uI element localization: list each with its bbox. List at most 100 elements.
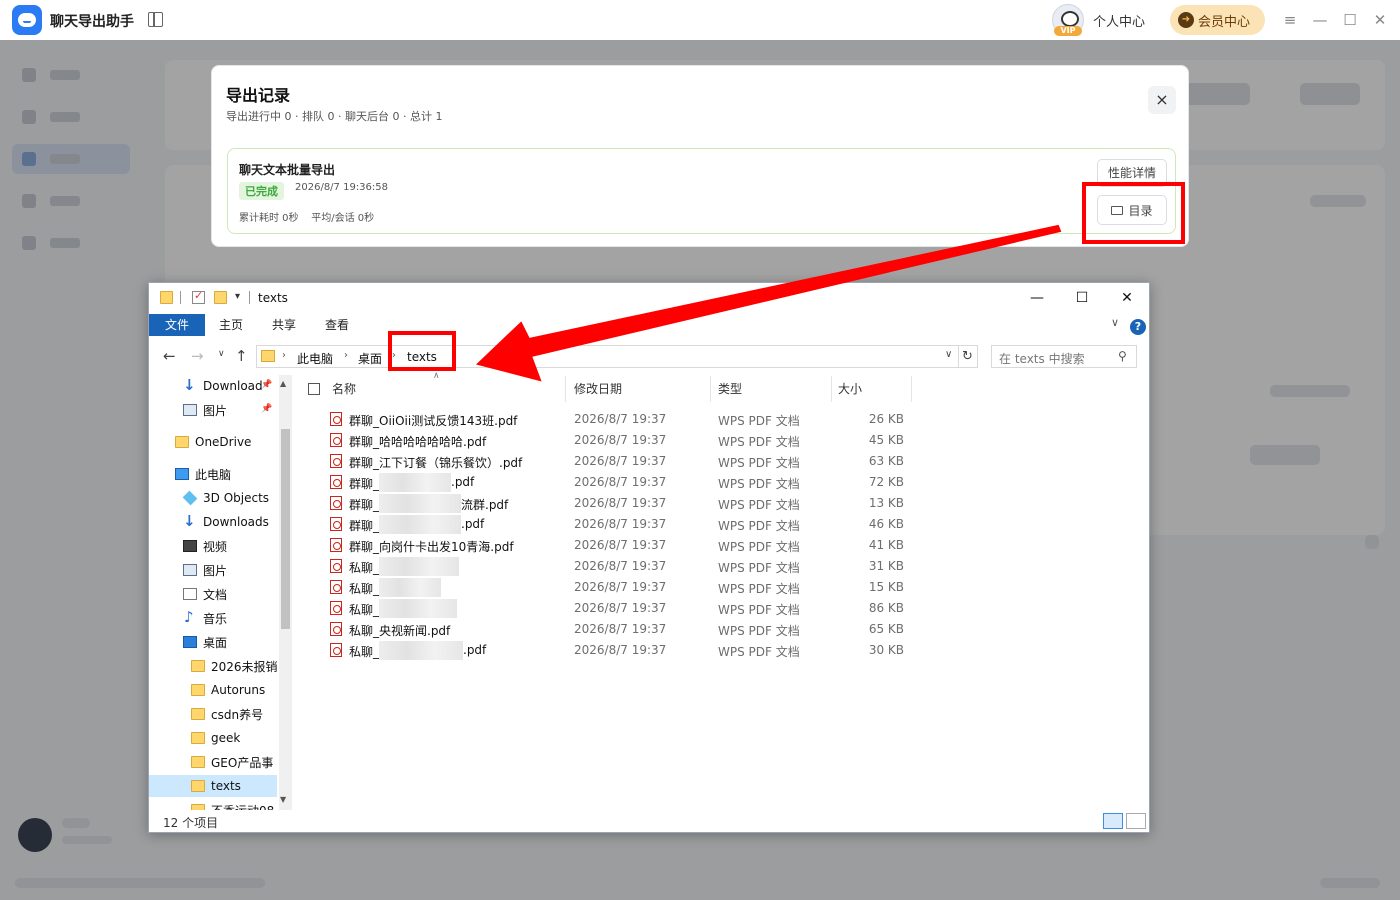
- nav-tree-item[interactable]: Downloads: [183, 511, 269, 533]
- sidebar-toggle-icon[interactable]: [148, 12, 163, 27]
- nav-tree-item[interactable]: texts: [149, 775, 277, 797]
- nav-tree-item[interactable]: 文档: [183, 583, 227, 605]
- file-name: 私聊_: [349, 561, 380, 575]
- close-dialog-button[interactable]: ×: [1148, 86, 1176, 114]
- nav-tree-label: texts: [211, 779, 241, 793]
- nav-tree-item[interactable]: 视频: [183, 535, 227, 557]
- scroll-down-arrow-icon[interactable]: ▼: [280, 795, 286, 804]
- pdf-file-icon: [330, 601, 342, 615]
- explorer-close-button[interactable]: ✕: [1112, 287, 1142, 309]
- menu-icon[interactable]: ≡: [1280, 10, 1300, 30]
- pdf-file-icon: [330, 475, 342, 489]
- file-row[interactable]: 私聊_ 2026/8/7 19:37 WPS PDF 文档 31 KB: [324, 556, 914, 577]
- up-arrow-icon[interactable]: ↑: [235, 347, 248, 365]
- minimize-button[interactable]: —: [1310, 10, 1330, 30]
- file-row[interactable]: 群聊_ .pdf 2026/8/7 19:37 WPS PDF 文档 72 KB: [324, 472, 914, 493]
- close-app-button[interactable]: ✕: [1370, 10, 1390, 30]
- member-center-button[interactable]: ➜ 会员中心: [1170, 5, 1265, 35]
- tab-share[interactable]: 共享: [272, 314, 296, 336]
- file-type: WPS PDF 文档: [718, 456, 800, 470]
- file-size: 45 KB: [868, 433, 904, 447]
- search-input[interactable]: 在 texts 中搜索 ⚲: [991, 345, 1137, 368]
- file-row[interactable]: 群聊_OiiOii测试反馈143班.pdf 2026/8/7 19:37 WPS P…: [324, 409, 914, 430]
- file-row[interactable]: 群聊_ 流群.pdf 2026/8/7 19:37 WPS PDF 文档 13 KB: [324, 493, 914, 514]
- file-row[interactable]: 私聊_ .pdf 2026/8/7 19:37 WPS PDF 文档 30 KB: [324, 640, 914, 661]
- export-stats: 导出进行中 0 · 排队 0 · 聊天后台 0 · 总计 1: [226, 110, 443, 123]
- nav-tree-item[interactable]: 图片: [183, 559, 227, 581]
- file-name: 群聊_: [349, 498, 380, 512]
- explorer-maximize-button[interactable]: ☐: [1067, 287, 1097, 309]
- download-icon: [183, 376, 197, 394]
- recent-locations-icon[interactable]: ∨: [218, 349, 225, 359]
- nav-tree-item[interactable]: OneDrive: [175, 431, 251, 453]
- file-type: WPS PDF 文档: [718, 540, 800, 554]
- file-row[interactable]: 群聊_ .pdf 2026/8/7 19:37 WPS PDF 文档 46 KB: [324, 514, 914, 535]
- nav-tree-label: 此电脑: [195, 467, 232, 482]
- column-header-type[interactable]: 类型: [718, 378, 742, 400]
- nav-tree-label: 视频: [203, 539, 228, 554]
- file-row[interactable]: 群聊_江下订餐（锦乐餐饮）.pdf 2026/8/7 19:37 WPS PDF 文…: [324, 451, 914, 472]
- explorer-minimize-button[interactable]: —: [1022, 287, 1052, 309]
- file-row[interactable]: 私聊_ 2026/8/7 19:37 WPS PDF 文档 86 KB: [324, 598, 914, 619]
- tab-home[interactable]: 主页: [219, 314, 243, 336]
- nav-tree-label: csdn养号: [211, 707, 264, 722]
- scroll-up-arrow-icon[interactable]: ▲: [280, 379, 286, 388]
- search-icon: ⚲: [1118, 349, 1127, 363]
- address-dropdown-icon[interactable]: ∨: [945, 349, 952, 360]
- expand-ribbon-icon[interactable]: ∨: [1111, 316, 1119, 329]
- file-name-suffix: .pdf: [451, 475, 475, 489]
- nav-tree-item[interactable]: 3D Objects: [182, 487, 269, 509]
- quick-access-dropdown-icon[interactable]: ▾: [235, 291, 240, 302]
- large-icons-view-icon[interactable]: [1126, 813, 1146, 829]
- breadcrumb-item[interactable]: 此电脑: [297, 350, 333, 367]
- redacted-text: [379, 473, 451, 492]
- nav-tree-item[interactable]: 此电脑: [175, 463, 231, 485]
- address-bar[interactable]: › 此电脑 › 桌面 › texts: [256, 345, 959, 368]
- column-header-name[interactable]: 名称: [332, 378, 356, 400]
- file-row[interactable]: 群聊_哈哈哈哈哈哈哈.pdf 2026/8/7 19:37 WPS PDF 文档 45…: [324, 430, 914, 451]
- file-name: 群聊_: [349, 477, 380, 491]
- pdf-file-icon: [330, 454, 342, 468]
- column-header-size[interactable]: 大小: [838, 378, 862, 400]
- nav-tree-item[interactable]: Download: [183, 375, 263, 397]
- details-view-icon[interactable]: [1103, 813, 1123, 829]
- tab-view[interactable]: 查看: [325, 314, 349, 336]
- properties-icon[interactable]: [192, 289, 205, 304]
- app-title: 聊天导出助手: [50, 14, 134, 30]
- nav-tree-item[interactable]: 音乐: [183, 607, 227, 629]
- new-folder-icon[interactable]: [214, 291, 227, 304]
- nav-tree-item[interactable]: 不香运动08: [191, 799, 274, 810]
- file-date: 2026/8/7 19:37: [574, 622, 667, 636]
- file-name: 群聊_向岗什卡出发10青海.pdf: [349, 540, 514, 554]
- file-type: WPS PDF 文档: [718, 582, 800, 596]
- file-type: WPS PDF 文档: [718, 477, 800, 491]
- pictures-icon: [183, 564, 197, 576]
- file-size: 41 KB: [868, 538, 904, 552]
- nav-tree-item[interactable]: 2026未报销: [191, 655, 278, 677]
- help-icon[interactable]: ?: [1130, 319, 1146, 335]
- redacted-text: [379, 599, 457, 618]
- nav-tree-item[interactable]: 图片: [183, 399, 227, 421]
- nav-tree-item[interactable]: 桌面: [183, 631, 227, 653]
- file-row[interactable]: 私聊_央视新闻.pdf 2026/8/7 19:37 WPS PDF 文档 65 KB: [324, 619, 914, 640]
- nav-tree-item[interactable]: Autoruns: [191, 679, 265, 701]
- column-header-date[interactable]: 修改日期: [574, 378, 622, 400]
- nav-tree-item[interactable]: geek: [191, 727, 240, 749]
- maximize-button[interactable]: ☐: [1340, 10, 1360, 30]
- breadcrumb-item[interactable]: 桌面: [358, 350, 382, 367]
- select-all-checkbox[interactable]: [308, 383, 320, 395]
- file-type: WPS PDF 文档: [718, 624, 800, 638]
- 3d-objects-icon: [182, 490, 198, 506]
- nav-tree-label: Download: [203, 379, 263, 393]
- tab-file[interactable]: 文件: [149, 314, 205, 336]
- file-name: 群聊_: [349, 519, 380, 533]
- refresh-icon[interactable]: ↻: [958, 345, 978, 368]
- back-arrow-icon[interactable]: ←: [163, 347, 176, 365]
- file-row[interactable]: 群聊_向岗什卡出发10青海.pdf 2026/8/7 19:37 WPS PDF 文…: [324, 535, 914, 556]
- file-row[interactable]: 私聊_ 2026/8/7 19:37 WPS PDF 文档 15 KB: [324, 577, 914, 598]
- nav-tree-item[interactable]: csdn养号: [191, 703, 263, 725]
- nav-scrollbar-thumb[interactable]: [281, 429, 290, 629]
- personal-center-link[interactable]: 个人中心: [1093, 11, 1145, 30]
- nav-tree-item[interactable]: GEO产品事: [191, 751, 273, 773]
- forward-arrow-icon[interactable]: →: [191, 347, 204, 365]
